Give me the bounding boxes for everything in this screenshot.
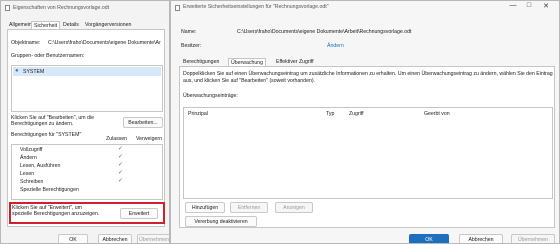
view-button[interactable]: Anzeigen	[275, 202, 313, 213]
permission-name: Schreiben	[20, 179, 44, 185]
entries-label: Überwachungseinträge:	[183, 93, 238, 99]
properties-window: Eigenschaften von Rechnungsvorlage.odt A…	[0, 0, 170, 244]
allow-check-icon: ✓	[118, 178, 124, 184]
shield-icon	[175, 5, 180, 11]
file-icon	[5, 5, 10, 11]
maximize-icon[interactable]: □	[523, 2, 535, 9]
column-type[interactable]: Typ	[326, 111, 334, 117]
tab-details[interactable]: Details	[61, 21, 81, 29]
disable-inheritance-button[interactable]: Vererbung deaktivieren	[185, 216, 257, 227]
advanced-security-window: Erweiterte Sicherheitseinstellungen für …	[170, 0, 560, 244]
owner-change-link[interactable]: Ändern	[327, 43, 344, 49]
permission-name: Lesen, Ausführen	[20, 163, 61, 169]
allow-check-icon: ✓	[118, 162, 124, 168]
column-inherited-from[interactable]: Geerbt von	[424, 111, 450, 117]
permissions-list: Vollzugriff ✓ Ändern ✓ Lesen, Ausführen …	[11, 144, 163, 200]
group-item-system[interactable]: ● SYSTEM	[13, 67, 161, 76]
users-icon: ●	[15, 68, 19, 74]
name-label: Name:	[181, 29, 197, 35]
name-value: C:\Users\fraho\Documents\eigene Dokument…	[237, 29, 412, 35]
ok-button[interactable]: OK	[58, 234, 88, 243]
tab-allgemein[interactable]: Allgemein	[7, 21, 34, 29]
remove-button[interactable]: Entfernen	[230, 202, 268, 213]
deny-column-header: Verweigern	[136, 136, 162, 142]
groups-label: Gruppen- oder Benutzernamen:	[11, 53, 85, 59]
group-item-label: SYSTEM	[23, 69, 45, 75]
tab-effektiver-zugriff[interactable]: Effektiver Zugriff	[274, 58, 316, 66]
advanced-button[interactable]: Erweitert	[120, 208, 158, 219]
allow-check-icon: ✓	[118, 146, 124, 152]
permission-name: Lesen	[20, 171, 35, 177]
tab-vorgaengerversionen[interactable]: Vorgängerversionen	[83, 21, 133, 29]
column-principal[interactable]: Prinzipal	[188, 111, 208, 117]
cancel-button[interactable]: Abbrechen	[98, 234, 132, 243]
advanced-hint: Klicken Sie auf "Erweitert", um speziell…	[12, 205, 100, 217]
security-page: Objektname: C:\Users\fraho\Documents\eig…	[7, 29, 165, 227]
apply-button[interactable]: Übernehmen	[511, 234, 555, 243]
allow-check-icon: ✓	[118, 154, 124, 160]
add-button[interactable]: Hinzufügen	[185, 202, 225, 213]
minimize-icon[interactable]: —	[507, 2, 519, 9]
permission-name: Ändern	[20, 155, 37, 161]
edit-button[interactable]: Bearbeiten...	[123, 117, 163, 128]
allow-column-header: Zulassen	[106, 136, 128, 142]
close-icon[interactable]: ✕	[540, 2, 552, 10]
entries-table[interactable]: Prinzipal Typ Zugriff Geerbt von	[183, 107, 553, 199]
tab-berechtigungen[interactable]: Berechtigungen	[181, 58, 221, 66]
ok-button[interactable]: OK	[409, 234, 449, 243]
edit-hint: Klicken Sie auf "Bearbeiten", um die Ber…	[11, 115, 94, 127]
column-access[interactable]: Zugriff	[349, 111, 364, 117]
auditing-page: Doppelklicken Sie auf einen Überwachungs…	[179, 66, 555, 228]
cancel-button[interactable]: Abbrechen	[459, 234, 503, 243]
permissions-header: Berechtigungen für "SYSTEM"	[11, 132, 82, 138]
object-name-value: C:\Users\fraho\Documents\eigene Dokument…	[48, 40, 161, 46]
apply-button[interactable]: Übernehmen	[137, 234, 169, 243]
allow-check-icon: ✓	[118, 170, 124, 176]
permission-name: Vollzugriff	[20, 147, 43, 153]
object-name-label: Objektname:	[11, 40, 41, 46]
window-title: Eigenschaften von Rechnungsvorlage.odt	[13, 5, 110, 11]
auditing-description: Doppelklicken Sie auf einen Überwachungs…	[183, 71, 553, 84]
groups-list[interactable]: ● SYSTEM	[11, 65, 163, 112]
window-title: Erweiterte Sicherheitseinstellungen für …	[183, 4, 329, 10]
owner-label: Besitzer:	[181, 43, 202, 49]
permission-name: Spezielle Berechtigungen	[20, 187, 79, 193]
